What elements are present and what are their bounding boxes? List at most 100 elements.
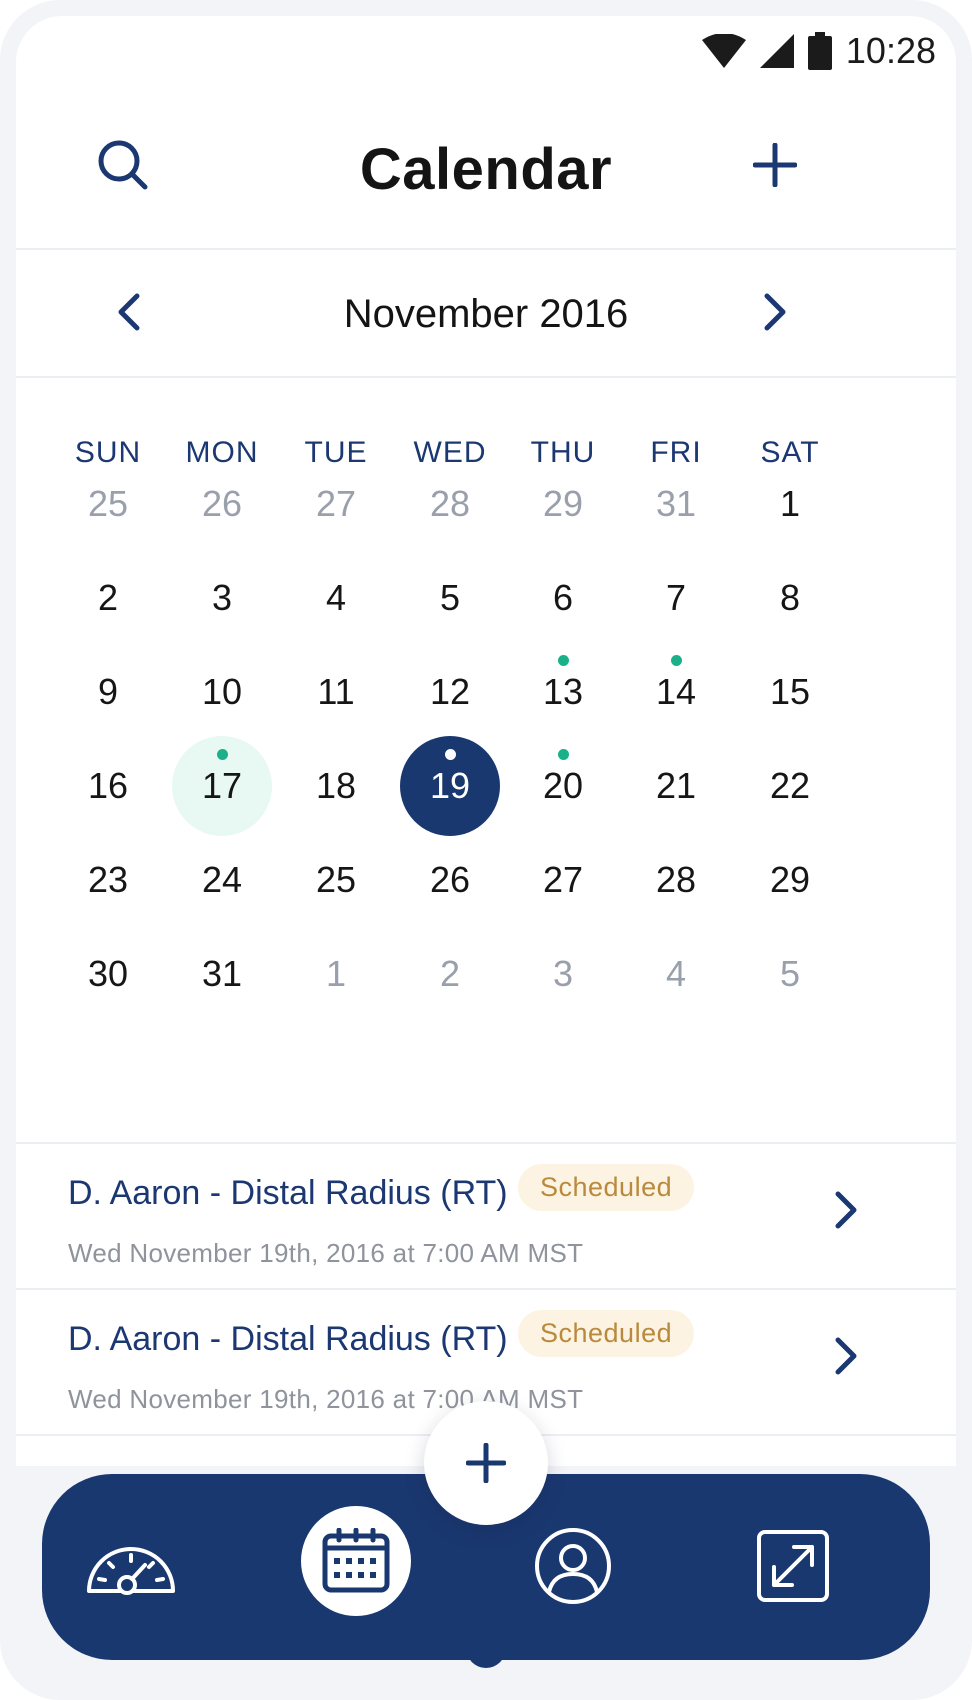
day-cell[interactable]: 18 — [286, 736, 386, 836]
day-cell[interactable]: 2 — [58, 548, 158, 648]
day-cell[interactable]: 1 — [286, 924, 386, 1024]
day-number: 6 — [552, 577, 574, 618]
day-cell[interactable]: 26 — [172, 454, 272, 554]
day-number: 17 — [201, 765, 243, 806]
chevron-right-icon — [764, 293, 786, 331]
day-number: 10 — [201, 671, 243, 712]
next-month-button[interactable] — [746, 282, 806, 342]
day-cell[interactable]: 9 — [58, 642, 158, 742]
day-cell[interactable]: 12 — [400, 642, 500, 742]
status-badge: Scheduled — [518, 1310, 695, 1357]
gauge-icon — [87, 1547, 175, 1595]
day-number: 4 — [665, 953, 687, 994]
day-number: 14 — [655, 671, 697, 712]
day-cell[interactable]: 10 — [172, 642, 272, 742]
plus-icon — [466, 1443, 506, 1483]
day-cell[interactable]: 16 — [58, 736, 158, 836]
day-number: 3 — [211, 577, 233, 618]
day-number: 29 — [769, 859, 811, 900]
app-screen: 10:28 Calendar November 2016 SUN MON TUE… — [16, 16, 956, 1684]
nav-calendar-button[interactable] — [301, 1506, 411, 1616]
day-cell[interactable]: 29 — [740, 830, 840, 930]
day-number: 28 — [655, 859, 697, 900]
day-number: 12 — [429, 671, 471, 712]
add-event-button[interactable] — [740, 130, 810, 200]
day-cell[interactable]: 3 — [513, 924, 613, 1024]
day-cell[interactable]: 14 — [626, 642, 726, 742]
day-number: 5 — [439, 577, 461, 618]
day-cell[interactable]: 26 — [400, 830, 500, 930]
day-cell[interactable]: 5 — [740, 924, 840, 1024]
chevron-right-icon — [835, 1191, 857, 1229]
day-cell[interactable]: 30 — [58, 924, 158, 1024]
day-cell[interactable]: 7 — [626, 548, 726, 648]
calendar-icon — [322, 1528, 390, 1593]
day-cell[interactable]: 8 — [740, 548, 840, 648]
day-cell[interactable]: 6 — [513, 548, 613, 648]
day-cell[interactable]: 27 — [286, 454, 386, 554]
signal-icon — [759, 34, 794, 68]
day-number: 3 — [552, 953, 574, 994]
day-cell[interactable]: 29 — [513, 454, 613, 554]
day-cell[interactable]: 5 — [400, 548, 500, 648]
day-cell[interactable]: 4 — [626, 924, 726, 1024]
day-cell[interactable]: 4 — [286, 548, 386, 648]
day-cell[interactable]: 15 — [740, 642, 840, 742]
day-number: 8 — [779, 577, 801, 618]
day-number: 28 — [429, 483, 471, 524]
page-title: Calendar — [359, 137, 613, 202]
day-number: 22 — [769, 765, 811, 806]
day-number: 11 — [317, 671, 355, 712]
event-dot — [558, 749, 569, 760]
day-number: 15 — [769, 671, 811, 712]
day-cell[interactable]: 25 — [286, 830, 386, 930]
day-cell[interactable]: 21 — [626, 736, 726, 836]
day-number: 2 — [97, 577, 119, 618]
day-number: 20 — [542, 765, 584, 806]
day-cell[interactable]: 27 — [513, 830, 613, 930]
status-time: 10:28 — [845, 30, 936, 71]
appointment-item[interactable]: D. Aaron - Distal Radius (RT) Scheduled … — [16, 1142, 956, 1288]
day-cell[interactable]: 22 — [740, 736, 840, 836]
battery-icon — [807, 32, 832, 70]
day-cell[interactable]: 23 — [58, 830, 158, 930]
event-dot — [217, 749, 228, 760]
nav-profile-button[interactable] — [518, 1516, 628, 1616]
day-cell[interactable]: 13 — [513, 642, 613, 742]
day-cell[interactable]: 24 — [172, 830, 272, 930]
day-number: 26 — [429, 859, 471, 900]
appointment-datetime: Wed November 19th, 2016 at 7:00 AM MST — [68, 1238, 584, 1268]
day-cell[interactable]: 31 — [626, 454, 726, 554]
day-cell[interactable]: 1 — [740, 454, 840, 554]
day-cell[interactable]: 28 — [400, 454, 500, 554]
day-number: 19 — [429, 765, 471, 806]
day-cell-selected[interactable]: 19 — [400, 736, 500, 836]
day-number: 27 — [315, 483, 357, 524]
event-dot — [671, 655, 682, 666]
day-number: 21 — [655, 765, 697, 806]
day-cell[interactable]: 2 — [400, 924, 500, 1024]
status-bar: 10:28 — [16, 16, 956, 86]
day-cell[interactable]: 11 — [286, 642, 386, 742]
day-number: 29 — [542, 483, 584, 524]
nav-dashboard-button[interactable] — [76, 1516, 186, 1616]
fab-add-button[interactable] — [424, 1401, 548, 1525]
day-cell[interactable]: 31 — [172, 924, 272, 1024]
day-number: 18 — [315, 765, 357, 806]
user-icon — [535, 1528, 611, 1604]
day-cell[interactable]: 28 — [626, 830, 726, 930]
day-number: 31 — [201, 953, 243, 994]
day-cell[interactable]: 25 — [58, 454, 158, 554]
nav-expand-button[interactable] — [738, 1516, 848, 1616]
wifi-icon — [701, 34, 746, 68]
app-header: Calendar — [16, 96, 956, 250]
expand-icon — [757, 1530, 829, 1602]
day-number: 25 — [87, 483, 129, 524]
event-dot — [558, 655, 569, 666]
day-cell[interactable]: 20 — [513, 736, 613, 836]
day-cell-today[interactable]: 17 — [172, 736, 272, 836]
day-number: 27 — [542, 859, 584, 900]
day-number: 7 — [665, 577, 687, 618]
event-dot — [445, 749, 456, 760]
day-cell[interactable]: 3 — [172, 548, 272, 648]
